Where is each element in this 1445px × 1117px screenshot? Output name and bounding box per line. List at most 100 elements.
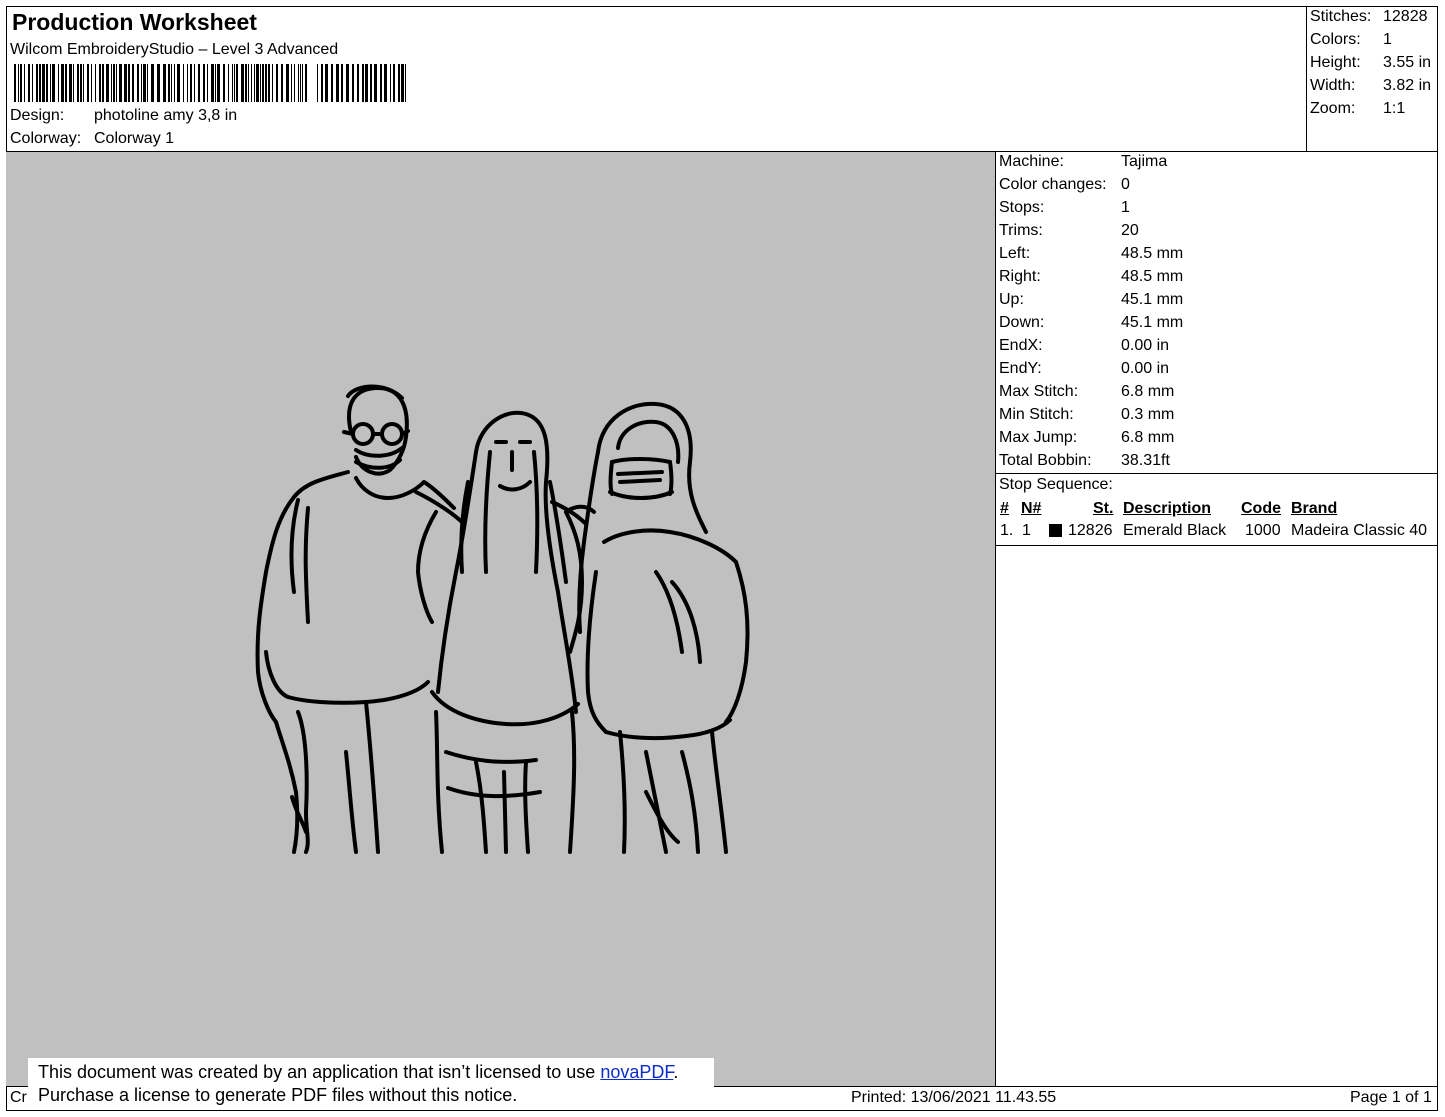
barcode-bar <box>87 64 89 102</box>
stat-label: Left: <box>999 245 1031 262</box>
barcode-bar <box>190 64 192 102</box>
barcode-bar <box>276 64 278 102</box>
barcode-bar <box>116 64 117 102</box>
barcode-bar <box>141 64 142 102</box>
summary-label: Stitches: <box>1310 8 1372 25</box>
colorway-row: Colorway: Colorway 1 <box>10 130 174 148</box>
barcode-bar <box>137 64 139 102</box>
barcode-bar <box>256 64 259 102</box>
stat-label: Min Stitch: <box>999 406 1074 423</box>
stat-value: 0.00 in <box>1121 360 1170 377</box>
barcode-bar <box>20 64 22 102</box>
barcode-bar <box>52 64 55 102</box>
barcode-bar <box>260 64 261 102</box>
stat-row-max-stitch: Max Stitch: 6.8 mm <box>999 383 1174 401</box>
barcode-bar <box>357 64 359 102</box>
stat-value: Tajima <box>1121 153 1168 170</box>
summary-label: Height: <box>1310 54 1361 71</box>
stat-value: 48.5 mm <box>1121 268 1184 285</box>
barcode-bar <box>124 64 127 102</box>
design-preview <box>6 152 996 1086</box>
design-value: photoline amy 3,8 in <box>94 107 238 124</box>
stat-value: 48.5 mm <box>1121 245 1184 262</box>
stat-value: 45.1 mm <box>1121 291 1184 308</box>
page-title: Production Worksheet <box>12 9 257 35</box>
barcode-bar <box>99 64 101 102</box>
footer-page-number: Page 1 of 1 <box>1350 1089 1432 1106</box>
barcode-bar <box>147 64 148 102</box>
barcode-bar <box>234 64 235 102</box>
barcode-bar <box>215 64 216 102</box>
colorway-value: Colorway 1 <box>94 130 175 147</box>
stat-label: Machine: <box>999 153 1064 170</box>
col-description: Description <box>1123 500 1212 517</box>
stat-row-color-changes: Color changes: 0 <box>999 176 1130 194</box>
novapdf-link[interactable]: novaPDF <box>600 1062 673 1082</box>
notice-text-end: . <box>673 1062 679 1082</box>
barcode-bar <box>336 64 339 102</box>
summary-label: Width: <box>1310 77 1356 94</box>
barcode-bar <box>236 64 238 102</box>
barcode-bar <box>28 64 30 102</box>
barcode-bar <box>341 64 343 102</box>
barcode-bar <box>268 64 270 102</box>
barcode-bar <box>32 64 33 102</box>
stat-value: 0.00 in <box>1121 337 1170 354</box>
barcode-bar <box>39 64 41 102</box>
barcode-bar <box>321 64 323 102</box>
barcode-bar <box>119 64 122 102</box>
stop-sequence-header: # N# St. Description Code Brand <box>996 500 1438 522</box>
barcode-bar <box>228 64 229 102</box>
col-brand: Brand <box>1291 500 1338 517</box>
stat-row-left: Left: 48.5 mm <box>999 245 1183 263</box>
summary-row-colors: Colors: 1 <box>1310 31 1392 49</box>
software-name: Wilcom EmbroideryStudio – Level 3 Advanc… <box>10 41 339 58</box>
stat-label: Stops: <box>999 199 1045 216</box>
barcode-bar <box>203 64 205 102</box>
barcode-bar <box>245 64 247 102</box>
barcode-bar <box>14 64 16 102</box>
barcode-bar <box>331 64 333 102</box>
stat-value: 0.3 mm <box>1121 406 1175 423</box>
row-code: 1000 <box>1245 522 1281 539</box>
summary-value: 1 <box>1383 31 1392 48</box>
barcode-bar <box>405 64 406 102</box>
barcode-bar <box>374 64 377 102</box>
footer-printed: Printed: 13/06/2021 11.43.55 <box>851 1089 1057 1106</box>
barcode-bar <box>211 64 214 102</box>
barcode-bar <box>194 64 195 102</box>
barcode-bar <box>46 64 48 102</box>
barcode-bar <box>325 64 328 102</box>
barcode-bar <box>365 64 368 102</box>
barcode-bar <box>183 64 184 102</box>
barcode-bar <box>113 64 115 102</box>
stat-row-right: Right: 48.5 mm <box>999 268 1183 286</box>
barcode-bar <box>300 64 301 102</box>
barcode-bar <box>362 64 364 102</box>
barcode-bar <box>168 64 170 102</box>
barcode-bar <box>384 64 387 102</box>
barcode-bar <box>36 64 38 102</box>
design-label: Design: <box>10 107 65 124</box>
barcode-bar <box>95 64 96 102</box>
stat-label: Total Bobbin: <box>999 452 1092 469</box>
summary-value: 3.55 in <box>1383 54 1432 71</box>
summary-row-width: Width: 3.82 in <box>1310 77 1431 95</box>
stat-value: 6.8 mm <box>1121 429 1175 446</box>
row-description: Emerald Black <box>1123 522 1227 539</box>
barcode-bar <box>171 64 172 102</box>
barcode-bar <box>128 64 130 102</box>
barcode-bar <box>61 64 64 102</box>
stat-label: EndY: <box>999 360 1042 377</box>
barcode-bar <box>317 64 318 102</box>
summary-box: Stitches: 12828 Colors: 1 Height: 3.55 in W… <box>1307 6 1438 152</box>
three-figures-outline <box>255 384 750 854</box>
license-notice: This document was created by an applicat… <box>28 1058 714 1110</box>
barcode-bar <box>272 64 273 102</box>
notice-line-1: This document was created by an applicat… <box>38 1061 714 1084</box>
barcode-bar <box>241 64 244 102</box>
col-needle: N# <box>1021 500 1042 517</box>
barcode-bar <box>251 64 252 102</box>
barcode-bar <box>248 64 249 102</box>
col-stitches: St. <box>1093 500 1114 517</box>
